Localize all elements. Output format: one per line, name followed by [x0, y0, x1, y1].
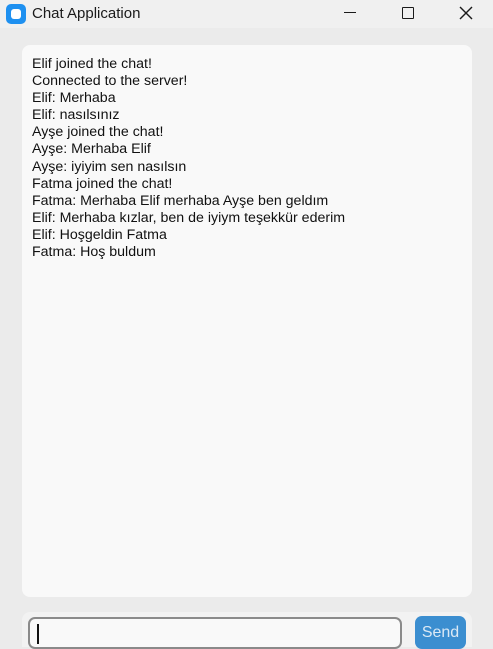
- chat-message: Elif joined the chat!: [32, 56, 152, 72]
- chat-message: Elif: Merhaba: [32, 90, 116, 107]
- chat-message: Ayşe joined the chat!: [32, 124, 164, 141]
- close-button[interactable]: [443, 0, 489, 28]
- chat-message: Elif: Hoşgeldin Fatma: [32, 226, 167, 243]
- chat-message: Connected to the server!: [32, 73, 188, 90]
- chat-message: Fatma: Hoş buldum: [32, 244, 156, 261]
- chat-message: Fatma: Merhaba Elif merhaba Ayşe ben gel…: [32, 192, 329, 209]
- chat-message: Fatma joined the chat!: [32, 175, 173, 192]
- message-input[interactable]: [28, 617, 402, 649]
- close-icon: [459, 6, 473, 20]
- title-bar: Chat Application: [0, 0, 493, 28]
- chat-message: Elif: nasılsınız: [32, 107, 120, 124]
- app-icon: [6, 4, 26, 24]
- chat-message: Ayşe: Merhaba Elif: [32, 141, 151, 158]
- maximize-button[interactable]: [385, 0, 431, 28]
- minimize-icon: [344, 12, 356, 13]
- maximize-icon: [402, 7, 414, 19]
- text-caret: [37, 624, 39, 644]
- chat-message: Elif: Merhaba kızlar, ben de iyiym teşek…: [32, 209, 346, 226]
- chat-message: Ayşe: iyiyim sen nasılsın: [32, 158, 187, 175]
- chat-log[interactable]: Elif joined the chat! Connected to the s…: [22, 45, 472, 597]
- minimize-button[interactable]: [327, 0, 373, 28]
- window-title: Chat Application: [32, 5, 141, 22]
- send-button[interactable]: Send: [415, 616, 466, 649]
